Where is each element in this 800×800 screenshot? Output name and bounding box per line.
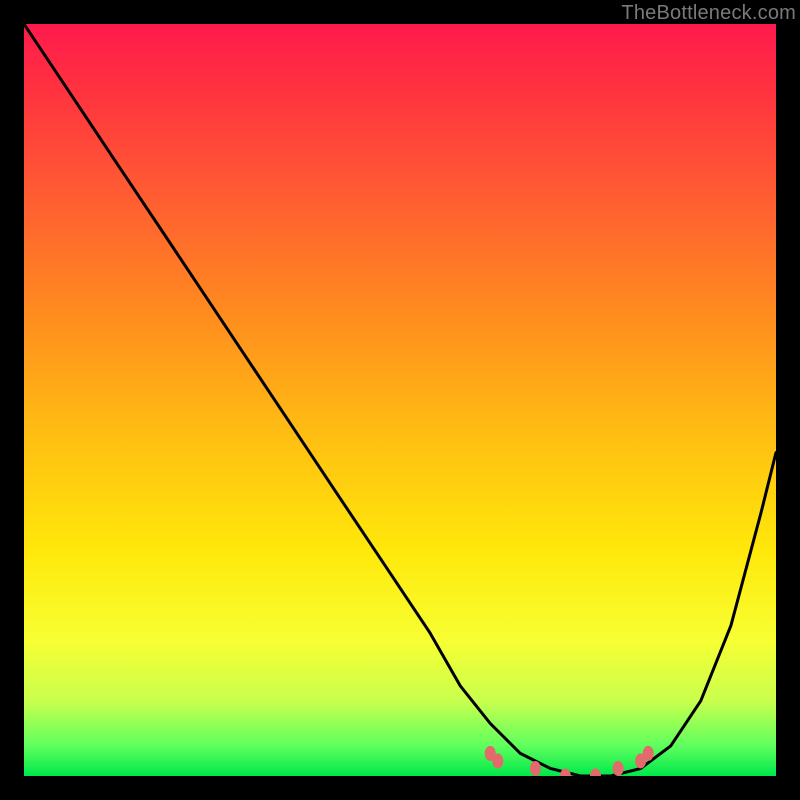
marker-flat-start-b: [492, 754, 503, 769]
watermark-text: TheBottleneck.com: [621, 2, 796, 25]
bottleneck-chart: [24, 24, 776, 776]
marker-flat-mid-d: [613, 761, 624, 776]
marker-flat-end-b: [643, 746, 654, 761]
chart-frame: [24, 24, 776, 776]
marker-flat-mid-a: [530, 761, 541, 776]
marker-flat-mid-b: [560, 769, 571, 777]
bottleneck-curve-path: [24, 24, 776, 776]
marker-flat-mid-c: [590, 769, 601, 777]
